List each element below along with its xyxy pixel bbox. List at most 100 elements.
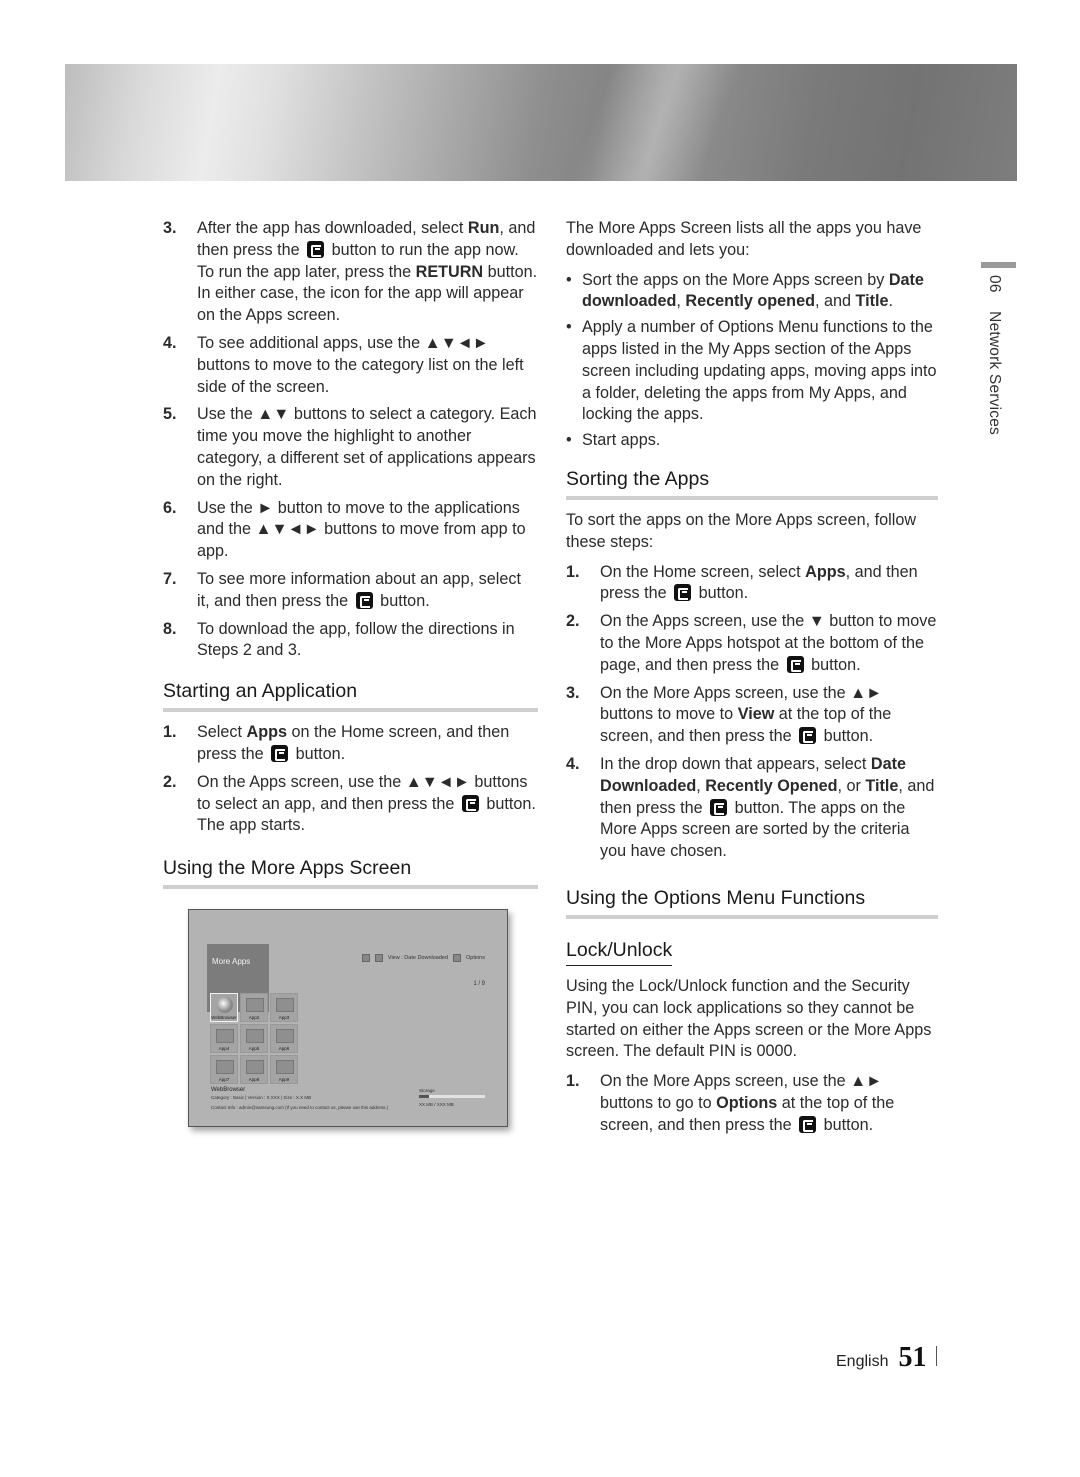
chapter-title: Network Services bbox=[986, 311, 1003, 435]
app-label: App9 bbox=[278, 1077, 290, 1082]
app-label: WebBrowser bbox=[211, 1015, 237, 1020]
bold-term: View bbox=[737, 705, 775, 724]
step-number: 3. bbox=[566, 683, 580, 702]
chapter-tab-marker bbox=[981, 262, 1016, 268]
list-item: 1. On the More Apps screen, use the ▲► bu… bbox=[566, 1072, 895, 1134]
options-label: Options bbox=[466, 955, 485, 961]
more-apps-heading: Using the More Apps Screen bbox=[163, 855, 538, 890]
more-apps-intro: The More Apps Screen lists all the apps … bbox=[566, 219, 922, 259]
app-tile: App9 bbox=[270, 1055, 298, 1084]
bold-term: Title bbox=[855, 292, 889, 311]
app-thumbnail-icon bbox=[246, 998, 264, 1012]
download-icon bbox=[361, 954, 370, 962]
step-number: 3. bbox=[163, 219, 177, 237]
app-grid: WebBrowser App2 App3 App4 App5 App6 App7 App8 Ap… bbox=[210, 993, 298, 1084]
list-item: 3. After the app has downloaded, select R… bbox=[163, 219, 538, 325]
left-column: 3. After the app has downloaded, select R… bbox=[163, 218, 538, 899]
bold-term: Recently Opened bbox=[705, 776, 838, 795]
app-tile: App6 bbox=[270, 1024, 298, 1053]
storage-fill bbox=[419, 1095, 429, 1098]
enter-button-icon bbox=[710, 798, 728, 816]
lock-steps-list: 1. On the More Apps screen, use the ▲► bu… bbox=[566, 1071, 938, 1136]
app-thumbnail-icon bbox=[216, 1029, 234, 1043]
sorting-intro: To sort the apps on the More Apps screen… bbox=[566, 510, 917, 551]
step-number: 6. bbox=[163, 498, 177, 517]
more-apps-title: More Apps bbox=[212, 957, 251, 966]
step-number: 1. bbox=[566, 1072, 580, 1091]
app-thumbnail-icon bbox=[246, 1029, 264, 1043]
sorting-heading: Sorting the Apps bbox=[566, 466, 938, 500]
storage-label: Storage bbox=[419, 1088, 435, 1093]
page-footer: English 51 bbox=[836, 1342, 938, 1374]
list-item: 4. In the drop down that appears, select … bbox=[566, 754, 935, 861]
chapter-number: 06 bbox=[986, 275, 1003, 293]
step-number: 4. bbox=[566, 754, 580, 773]
app-thumbnail-icon bbox=[276, 1060, 294, 1074]
app-label: App6 bbox=[278, 1046, 290, 1051]
enter-button-icon bbox=[461, 794, 479, 812]
app-label: App2 bbox=[248, 1015, 260, 1020]
enter-button-icon bbox=[799, 1115, 817, 1133]
app-thumbnail-icon bbox=[276, 1029, 294, 1043]
view-label: View : Date Downloaded bbox=[387, 955, 449, 961]
list-item: 8. To download the app, follow the direct… bbox=[163, 619, 515, 660]
app-tile: App2 bbox=[240, 993, 268, 1022]
list-item: 3. On the More Apps screen, use the ▲► bu… bbox=[566, 683, 892, 746]
step-number: 7. bbox=[163, 569, 177, 588]
selected-app-name: WebBrowser bbox=[211, 1087, 246, 1093]
selected-app-meta: Category : Basic | Version : X.XXX | Siz… bbox=[211, 1095, 312, 1100]
list-item: Start apps. bbox=[566, 430, 938, 452]
enter-button-icon bbox=[786, 655, 804, 673]
storage-bar bbox=[419, 1095, 485, 1098]
starting-application-heading: Starting an Application bbox=[163, 678, 538, 713]
list-item: Sort the apps on the More Apps screen by… bbox=[566, 270, 938, 314]
enter-button-icon bbox=[799, 727, 817, 745]
download-steps-list: 3. After the app has downloaded, select R… bbox=[163, 218, 538, 662]
app-thumbnail-icon bbox=[246, 1060, 264, 1074]
step-number: 1. bbox=[566, 562, 580, 581]
footer-language: English bbox=[836, 1353, 889, 1370]
app-label: App3 bbox=[278, 1015, 290, 1020]
app-label: App8 bbox=[248, 1077, 260, 1082]
list-item: 2. On the Apps screen, use the ▲▼◄► butto… bbox=[163, 772, 536, 835]
app-tile: App3 bbox=[270, 993, 298, 1022]
enter-button-icon bbox=[307, 240, 325, 258]
sorting-steps-list: 1. On the Home screen, select Apps, and t… bbox=[566, 562, 938, 863]
header-banner bbox=[65, 64, 1017, 181]
bold-term: Run bbox=[467, 219, 500, 237]
enter-button-icon bbox=[355, 591, 373, 609]
selected-app-contact: Contact Info : admin@samsung.com (If you… bbox=[211, 1105, 389, 1110]
list-item: 4. To see additional apps, use the ▲▼◄► b… bbox=[163, 333, 524, 396]
step-number: 2. bbox=[566, 612, 580, 631]
step-number: 8. bbox=[163, 619, 177, 638]
bold-term: Recently opened bbox=[685, 292, 815, 311]
app-label: App7 bbox=[218, 1077, 230, 1082]
page-indicator: 1 / 9 bbox=[473, 981, 485, 987]
list-item: Apply a number of Options Menu functions… bbox=[566, 317, 938, 426]
bold-term: Title bbox=[865, 776, 899, 795]
app-thumbnail-icon bbox=[276, 998, 294, 1012]
more-apps-bullets: Sort the apps on the More Apps screen by… bbox=[566, 270, 938, 452]
storage-value: XX MB / XXX MB bbox=[419, 1102, 454, 1107]
list-item: 2. On the Apps screen, use the ▼ button t… bbox=[566, 612, 937, 674]
bold-term: Apps bbox=[805, 562, 846, 581]
app-thumbnail-icon bbox=[217, 997, 233, 1013]
bold-term: Apps bbox=[246, 723, 287, 742]
app-tile: App7 bbox=[210, 1055, 238, 1084]
lock-unlock-heading: Lock/Unlock bbox=[566, 937, 673, 966]
lock-intro: Using the Lock/Unlock function and the S… bbox=[566, 976, 932, 1061]
enter-button-icon bbox=[674, 584, 692, 602]
starting-steps-list: 1. Select Apps on the Home screen, and th… bbox=[163, 722, 538, 837]
app-label: App4 bbox=[218, 1046, 230, 1051]
step-number: 2. bbox=[163, 772, 177, 791]
list-item: 1. On the Home screen, select Apps, and t… bbox=[566, 562, 918, 603]
step-number: 1. bbox=[163, 723, 177, 742]
app-label: App5 bbox=[248, 1046, 260, 1051]
view-icon bbox=[374, 954, 383, 962]
chapter-side-label: 06 Network Services bbox=[985, 275, 1003, 435]
options-icon bbox=[453, 954, 462, 962]
right-column: The More Apps Screen lists all the apps … bbox=[566, 218, 938, 1143]
step-number: 5. bbox=[163, 405, 177, 424]
bold-term: RETURN bbox=[415, 262, 484, 281]
tv-topbar: View : Date Downloaded Options bbox=[361, 954, 485, 962]
